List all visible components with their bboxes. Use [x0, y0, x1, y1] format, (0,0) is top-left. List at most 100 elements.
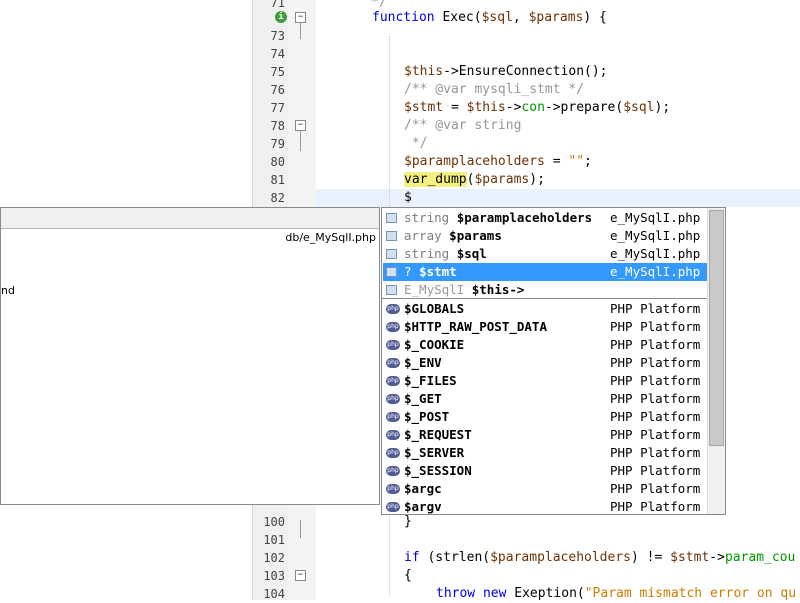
- code-text: ) !=: [631, 550, 671, 565]
- completion-source: PHP Platform: [610, 409, 701, 424]
- completion-source: PHP Platform: [610, 463, 701, 478]
- code-line: }: [404, 514, 412, 529]
- php-icon: php: [386, 430, 400, 440]
- fold-toggle-icon[interactable]: −: [295, 570, 306, 581]
- completion-name: $_REQUEST: [404, 427, 472, 442]
- completion-type: array: [404, 228, 442, 243]
- completion-item[interactable]: php $_ENV PHP Platform: [383, 354, 708, 372]
- variable-icon: [386, 231, 397, 241]
- line-number: 76: [270, 83, 285, 97]
- field: con: [521, 100, 545, 115]
- completion-item[interactable]: array $params e_MySqlI.php: [383, 227, 708, 245]
- completion-item[interactable]: php $argc PHP Platform: [383, 480, 708, 498]
- line-number: 77: [270, 101, 285, 115]
- completion-label: $GLOBALS: [404, 300, 464, 318]
- completion-label: $_FILES: [404, 372, 457, 390]
- doc-body-text: nd: [1, 284, 15, 297]
- variable: $this: [404, 64, 444, 79]
- completion-source: PHP Platform: [610, 301, 701, 316]
- completion-source: PHP Platform: [610, 373, 701, 388]
- completion-label: string $sql: [404, 245, 487, 263]
- completion-item[interactable]: php $_GET PHP Platform: [383, 390, 708, 408]
- code-text: Exeption(: [506, 586, 585, 601]
- code-text: (strlen(: [419, 550, 491, 565]
- code-line: if (strlen($paramplaceholders) != $stmt-…: [404, 549, 795, 567]
- field: param_cou: [724, 550, 796, 565]
- doc-file-path: db/e_MySqlI.php: [285, 231, 376, 244]
- fold-toggle-icon[interactable]: −: [295, 12, 306, 23]
- keyword: new: [482, 586, 507, 601]
- completion-label: $_SERVER: [404, 444, 464, 462]
- php-icon: php: [386, 466, 400, 476]
- completion-source: e_MySqlI.php: [610, 246, 701, 261]
- code-line: /** @var mysqli_stmt */: [404, 82, 585, 97]
- line-number: 82: [270, 191, 285, 205]
- code-line-current[interactable]: $: [404, 189, 412, 207]
- completion-item[interactable]: E_MySqlI $this->: [383, 281, 708, 299]
- variable: $this: [466, 100, 506, 115]
- line-number: 71: [270, 0, 285, 10]
- code-completion-popup[interactable]: string $paramplaceholders e_MySqlI.php arr…: [381, 207, 726, 515]
- completion-source: PHP Platform: [610, 427, 701, 442]
- variable: $sql: [623, 100, 655, 115]
- code-text: );: [529, 172, 545, 187]
- fold-guide: [300, 520, 301, 538]
- completion-item[interactable]: php $_SERVER PHP Platform: [383, 444, 708, 462]
- completion-item[interactable]: php $HTTP_RAW_POST_DATA PHP Platform: [383, 318, 708, 336]
- line-number: 74: [270, 47, 285, 61]
- completion-item[interactable]: string $paramplaceholders e_MySqlI.php: [383, 209, 708, 227]
- code-text: =: [544, 154, 569, 169]
- php-icon: php: [386, 448, 400, 458]
- completion-item[interactable]: ? $stmt e_MySqlI.php: [383, 263, 708, 281]
- completion-item[interactable]: php $argv PHP Platform: [383, 498, 708, 514]
- code-text: ->: [709, 550, 725, 565]
- completion-scrollbar[interactable]: [707, 208, 725, 514]
- fold-guide: [300, 23, 301, 39]
- completion-source: PHP Platform: [610, 499, 701, 514]
- punct: ,: [512, 10, 529, 25]
- code-line: /** @var string: [404, 118, 522, 133]
- fold-toggle-icon[interactable]: −: [295, 120, 306, 131]
- completion-label: $HTTP_RAW_POST_DATA: [404, 318, 547, 336]
- line-number: 104: [263, 587, 285, 601]
- completion-separator: [382, 298, 708, 299]
- completion-label: $_POST: [404, 408, 449, 426]
- completion-name: $_COOKIE: [404, 337, 465, 352]
- code-line: {: [404, 568, 412, 583]
- variable: $stmt: [404, 100, 444, 115]
- completion-source: e_MySqlI.php: [610, 210, 701, 225]
- php-icon: php: [386, 412, 400, 422]
- string: "Param mismatch error on qu: [584, 586, 797, 601]
- documentation-popup-header: [1, 208, 379, 229]
- line-number: 80: [270, 155, 285, 169]
- php-icon: php: [386, 484, 400, 494]
- completion-label: $_REQUEST: [404, 426, 472, 444]
- completion-name: $HTTP_RAW_POST_DATA: [404, 319, 547, 334]
- variable-icon: [386, 249, 397, 259]
- php-icon: php: [386, 502, 400, 512]
- keyword: throw: [436, 586, 476, 601]
- variable-icon: [386, 267, 397, 277]
- php-icon: php: [386, 304, 400, 314]
- completion-item[interactable]: php $_SESSION PHP Platform: [383, 462, 708, 480]
- completion-item[interactable]: string $sql e_MySqlI.php: [383, 245, 708, 263]
- completion-item[interactable]: php $_REQUEST PHP Platform: [383, 426, 708, 444]
- completion-name: $_GET: [404, 391, 442, 406]
- completion-item[interactable]: php $_COOKIE PHP Platform: [383, 336, 708, 354]
- variable: $paramplaceholders: [404, 154, 545, 169]
- string: "": [568, 154, 585, 169]
- scrollbar-thumb[interactable]: [709, 210, 724, 446]
- completion-source: PHP Platform: [610, 481, 701, 496]
- completion-item[interactable]: php $_POST PHP Platform: [383, 408, 708, 426]
- completion-item[interactable]: php $_FILES PHP Platform: [383, 372, 708, 390]
- function-name: Exec(: [434, 10, 482, 25]
- completion-item[interactable]: php $GLOBALS PHP Platform: [383, 300, 708, 318]
- code-line: var_dump($params);: [404, 171, 545, 189]
- variable: $params: [528, 10, 584, 25]
- implements-marker-icon[interactable]: i: [275, 11, 287, 23]
- completion-type: ?: [404, 264, 412, 279]
- completion-name: $_FILES: [404, 373, 457, 388]
- documentation-popup[interactable]: db/e_MySqlI.php nd: [0, 207, 380, 505]
- completion-name: $this->: [471, 282, 525, 297]
